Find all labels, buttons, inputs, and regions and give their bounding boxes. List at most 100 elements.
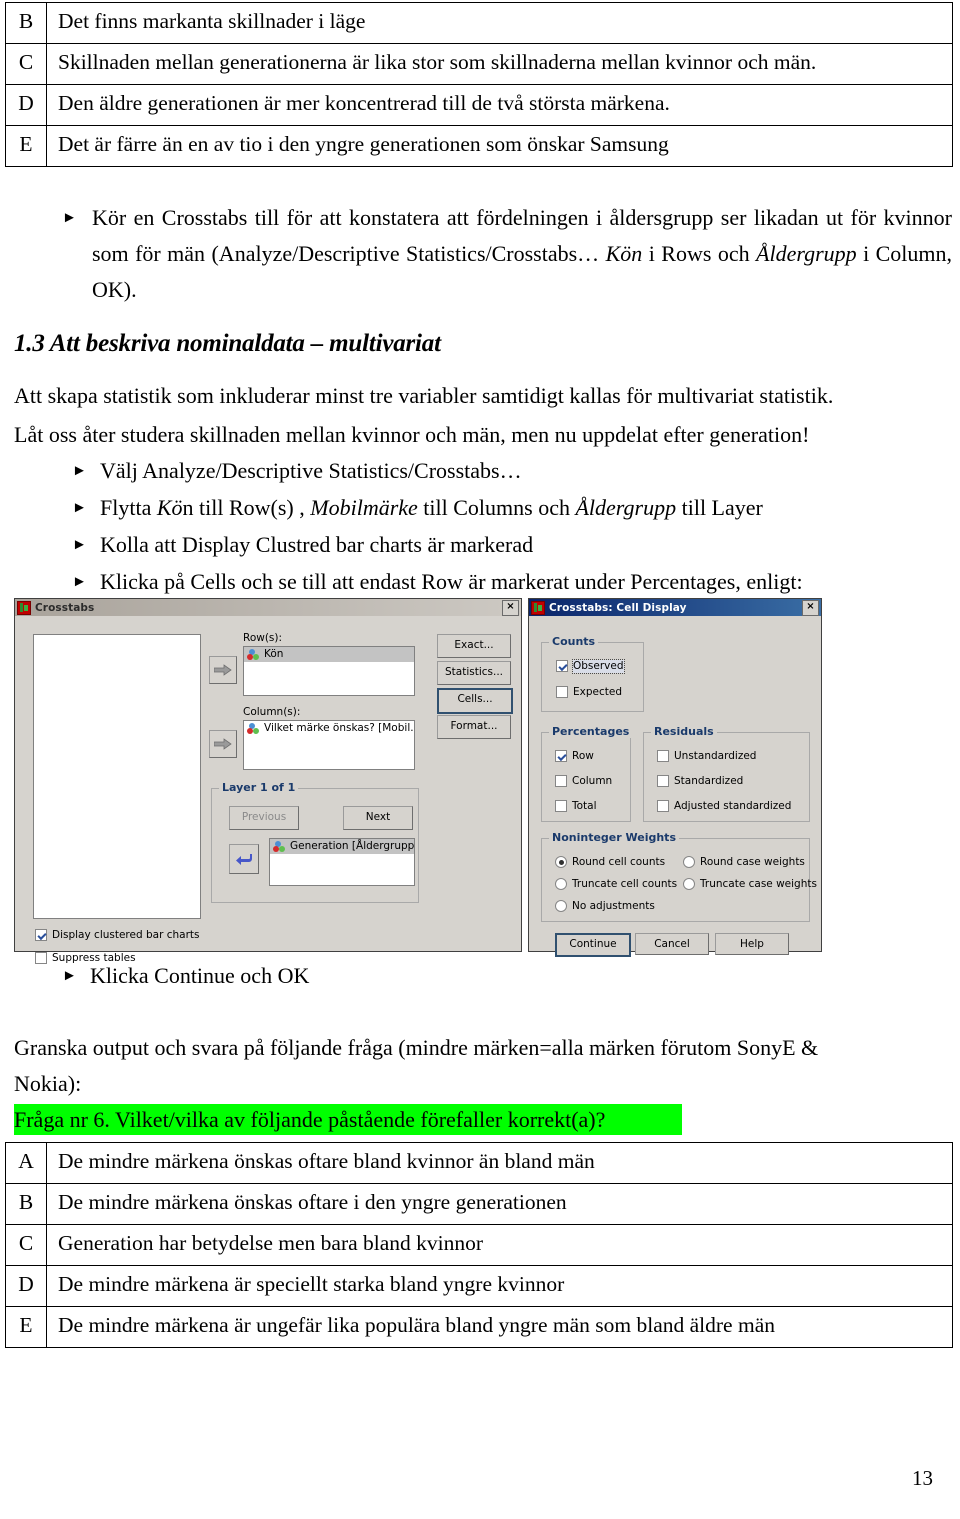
bullet-triangle-icon: ► [72, 500, 87, 516]
source-variable-list[interactable] [33, 634, 201, 919]
next-button[interactable]: Next [343, 806, 413, 830]
option-text: De mindre märkena önskas oftare i den yn… [46, 1183, 953, 1225]
cell-display-titlebar[interactable]: Crosstabs: Cell Display × [529, 599, 821, 616]
crosstabs-dialog-titlebar[interactable]: Crosstabs × [15, 599, 521, 616]
observed-checkbox[interactable]: Observed [556, 659, 625, 674]
radio-box [683, 856, 695, 868]
bullet-triangle-icon: ► [72, 537, 87, 553]
expected-checkbox[interactable]: Expected [556, 686, 622, 699]
instruction-bullet-3: ► Kolla att Display Clustred bar charts … [72, 527, 533, 563]
columns-list[interactable]: Vilket märke önskas? [Mobil... [243, 720, 415, 770]
truncate-cell-counts-radio[interactable]: Truncate cell counts [555, 878, 677, 891]
bullet-text: Kör en Crosstabs till för att konstatera… [92, 200, 952, 308]
instruction-bullet-crosstabs: ► Kör en Crosstabs till för att konstate… [62, 200, 952, 308]
rows-label: Row(s): [243, 632, 283, 644]
checkbox-box [555, 775, 567, 787]
rows-list[interactable]: Kön [243, 646, 415, 696]
nominal-variable-icon [247, 723, 260, 734]
option-letter: E [5, 1306, 47, 1348]
rows-item-label: Kön [264, 648, 284, 660]
radio-box [555, 900, 567, 912]
list-item[interactable]: Kön [244, 647, 414, 662]
layer-list[interactable]: Generation [Åldergrupp] [269, 838, 415, 886]
round-cell-counts-radio[interactable]: Round cell counts [555, 856, 665, 869]
page-number: 13 [912, 1466, 933, 1490]
cell-display-body: Counts Observed Expected Percentages Row… [529, 616, 821, 957]
row-percent-checkbox[interactable]: Row [555, 750, 594, 763]
bullet-text: Välj Analyze/Descriptive Statistics/Cros… [100, 458, 522, 483]
previous-button[interactable]: Previous [229, 806, 299, 830]
radio-label: Truncate cell counts [572, 878, 678, 890]
move-to-layer-button[interactable] [229, 844, 259, 874]
option-text: Det är färre än en av tio i den yngre ge… [46, 125, 953, 167]
list-item[interactable]: Vilket märke önskas? [Mobil... [244, 721, 414, 736]
radio-label: Truncate case weights [700, 878, 817, 890]
close-icon[interactable]: × [502, 599, 519, 616]
option-letter: C [5, 1224, 47, 1266]
format-button[interactable]: Format... [437, 715, 511, 739]
bullet-text: Klicka på Cells och se till att endast R… [100, 569, 803, 594]
column-percent-checkbox[interactable]: Column [555, 775, 612, 788]
checkbox-label: Unstandardized [674, 750, 757, 762]
question-highlight: Fråga nr 6. Vilket/vilka av följande pås… [14, 1104, 682, 1135]
no-adjustments-radio[interactable]: No adjustments [555, 900, 655, 913]
paragraph-granska-line1: Granska output och svara på följande frå… [14, 1035, 819, 1060]
option-text: Den äldre generationen är mer koncentrer… [46, 84, 953, 126]
cells-button[interactable]: Cells... [437, 688, 513, 714]
b2-italic-kon: Kö [156, 495, 183, 520]
crosstabs-dialog-body: Row(s): Kön Column(s): Vilket märke önsk… [15, 616, 521, 964]
table-row: D De mindre märkena är speciellt starka … [5, 1265, 953, 1307]
bullet-triangle-icon: ► [72, 463, 87, 479]
instruction-bullet-2: ► Flytta Kön till Row(s) , Mobilmärke ti… [72, 490, 763, 526]
unstandardized-checkbox[interactable]: Unstandardized [657, 750, 756, 763]
round-case-weights-radio[interactable]: Round case weights [683, 856, 805, 869]
residuals-group-title: Residuals [651, 725, 717, 738]
option-letter: E [5, 125, 47, 167]
weights-group-title: Noninteger Weights [549, 831, 679, 844]
standardized-checkbox[interactable]: Standardized [657, 775, 743, 788]
checkbox-box [35, 929, 47, 941]
continue-button[interactable]: Continue [555, 933, 631, 957]
checkbox-label: Row [572, 750, 594, 762]
checkbox-label: Total [572, 800, 597, 812]
radio-label: Round case weights [700, 856, 805, 868]
checkbox-box [657, 800, 669, 812]
answer-options-table-top: B Det finns markanta skillnader i läge C… [5, 2, 953, 167]
exact-button[interactable]: Exact... [437, 634, 511, 658]
bullet-text-italic2: Åldergrupp [756, 241, 857, 266]
radio-box [555, 856, 567, 868]
table-row: A De mindre märkena önskas oftare bland … [5, 1142, 953, 1184]
move-to-rows-button[interactable] [209, 656, 237, 684]
checkbox-box [555, 800, 567, 812]
b2-pre: Flytta [100, 495, 157, 520]
truncate-case-weights-radio[interactable]: Truncate case weights [683, 878, 817, 891]
radio-label: Round cell counts [572, 856, 666, 868]
option-letter: D [5, 1265, 47, 1307]
help-button[interactable]: Help [715, 933, 789, 955]
move-to-columns-button[interactable] [209, 730, 237, 758]
cell-display-dialog[interactable]: Crosstabs: Cell Display × Counts Observe… [528, 598, 822, 957]
close-icon[interactable]: × [802, 599, 819, 616]
columns-label: Column(s): [243, 706, 301, 718]
checkbox-label: Column [572, 775, 613, 787]
bullet-text: Klicka Continue och OK [90, 963, 310, 988]
nominal-variable-icon [247, 649, 260, 660]
adjusted-standardized-checkbox[interactable]: Adjusted standardized [657, 800, 791, 813]
paragraph-granska-line2: Nokia): [14, 1071, 82, 1096]
crosstabs-dialog-title: Crosstabs [35, 601, 95, 614]
display-clustered-bar-charts-checkbox[interactable]: Display clustered bar charts [35, 929, 200, 942]
instruction-bullet-4: ► Klicka på Cells och se till att endast… [72, 564, 803, 600]
total-percent-checkbox[interactable]: Total [555, 800, 597, 813]
statistics-button[interactable]: Statistics... [437, 661, 511, 685]
crosstabs-dialog[interactable]: Crosstabs × Row(s): Kön Column(s): Vilke… [14, 598, 522, 964]
bullet-text-part2: i Rows och [642, 241, 757, 266]
table-row: C Skillnaden mellan generationerna är li… [5, 43, 953, 85]
table-row: E De mindre märkena är ungefär lika popu… [5, 1306, 953, 1348]
spss-app-icon [531, 600, 545, 615]
option-text: De mindre märkena är speciellt starka bl… [46, 1265, 953, 1307]
list-item[interactable]: Generation [Åldergrupp] [270, 839, 414, 854]
option-letter: C [5, 43, 47, 85]
layer-item-label: Generation [Åldergrupp] [290, 840, 414, 852]
cancel-button[interactable]: Cancel [635, 933, 709, 955]
section-heading: 1.3 Att beskriva nominaldata – multivari… [14, 330, 441, 357]
